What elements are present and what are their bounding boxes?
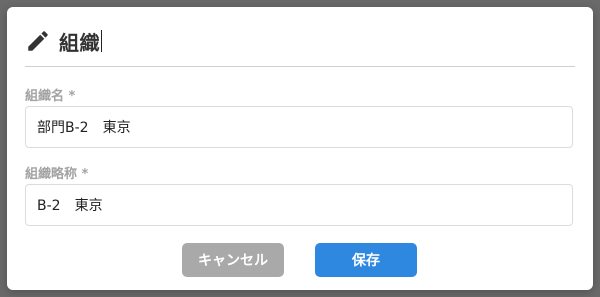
org-name-input[interactable]: 部門B-2 東京 bbox=[25, 106, 573, 148]
pencil-icon bbox=[28, 31, 48, 51]
save-button[interactable]: 保存 bbox=[315, 243, 417, 277]
dialog-title: 組織 bbox=[59, 30, 100, 55]
text-cursor bbox=[101, 30, 102, 52]
header-divider bbox=[25, 66, 575, 67]
dialog-header: 組織 bbox=[25, 23, 102, 59]
cancel-button[interactable]: キャンセル bbox=[182, 243, 284, 277]
org-abbrev-input[interactable]: B-2 東京 bbox=[25, 184, 573, 226]
org-name-label: 組織名 * bbox=[25, 89, 76, 104]
org-abbrev-label: 組織略称 * bbox=[25, 167, 89, 182]
edit-organization-dialog: 組織 組織名 * 部門B-2 東京 組織略称 * B-2 東京 キャンセル 保存 bbox=[7, 7, 593, 290]
